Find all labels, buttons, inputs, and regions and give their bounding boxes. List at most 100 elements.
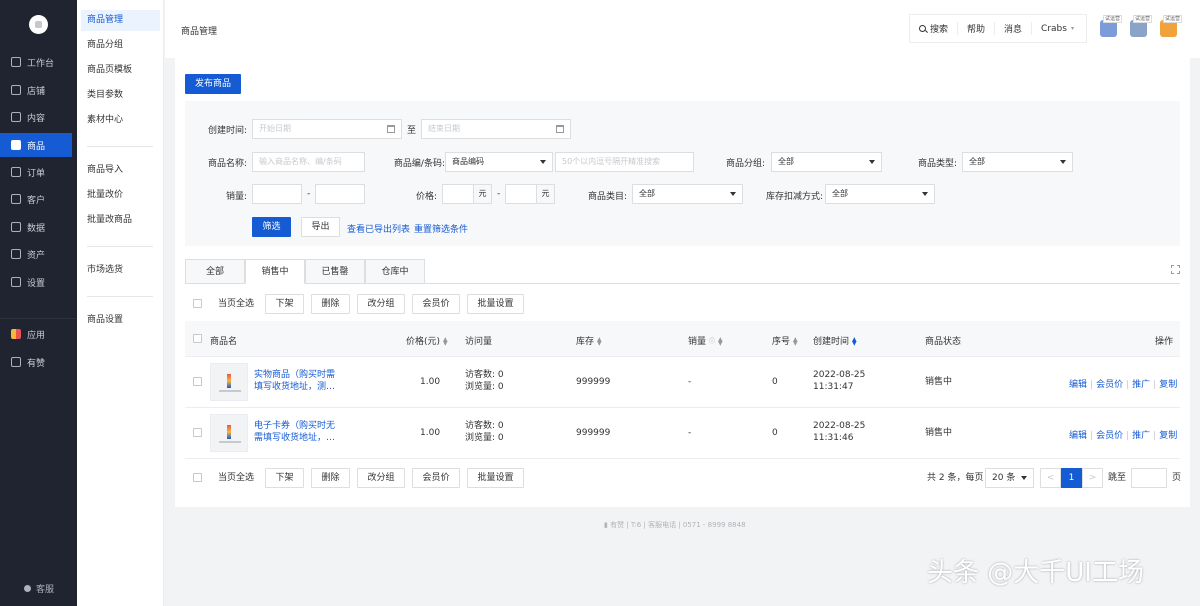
stock-deduction-select[interactable]: 全部 <box>825 184 935 204</box>
row-checkbox[interactable] <box>193 377 202 386</box>
app-shortcut-icon[interactable]: 试运营 <box>1160 15 1182 37</box>
member-price-button[interactable]: 会员价 <box>412 294 460 314</box>
sidebar-item-workbench[interactable]: 工作台 <box>0 50 72 74</box>
goods-seq: 0 <box>772 377 778 387</box>
select-all-checkbox[interactable] <box>193 299 202 308</box>
select-all-label: 当页全选 <box>218 473 255 483</box>
sidebar-item-goods[interactable]: 商品 <box>0 133 72 157</box>
submenu-item-material-center[interactable]: 素材中心 <box>81 110 160 131</box>
header-checkbox[interactable] <box>193 334 202 343</box>
col-seq[interactable]: 序号 ▲ ▼ <box>772 334 798 347</box>
tab-all[interactable]: 全部 <box>185 259 245 284</box>
start-date-input[interactable]: 开始日期 <box>252 119 402 139</box>
goods-code-input[interactable]: 50个以内逗号隔开精准搜索 <box>555 152 694 172</box>
filter-button[interactable]: 筛选 <box>252 217 291 237</box>
order-icon <box>11 167 21 177</box>
sidebar-item-content[interactable]: 内容 <box>0 105 72 129</box>
submenu-item-goods-settings[interactable]: 商品设置 <box>81 310 160 331</box>
sidebar-item-store[interactable]: 店铺 <box>0 78 72 102</box>
jump-page-input[interactable] <box>1131 468 1167 488</box>
store-logo-icon[interactable] <box>29 15 48 34</box>
goods-seq: 0 <box>772 428 778 438</box>
export-button[interactable]: 导出 <box>301 217 340 237</box>
search-button[interactable]: 搜索 <box>910 22 959 35</box>
col-price[interactable]: 价格(元) ▲ ▼ <box>406 334 448 347</box>
goods-category-select[interactable]: 全部 <box>632 184 743 204</box>
goods-name-link[interactable]: 电子卡券（购买时无需填写收货地址，… <box>254 420 342 444</box>
price-max-input[interactable]: 元 <box>505 184 555 204</box>
promote-link[interactable]: 推广 <box>1132 431 1150 441</box>
batch-settings-button[interactable]: 批量设置 <box>467 294 524 314</box>
sidebar-item-orders[interactable]: 订单 <box>0 160 72 184</box>
tab-in-warehouse[interactable]: 仓库中 <box>365 259 425 284</box>
goods-thumbnail[interactable] <box>210 363 248 401</box>
code-type-select[interactable]: 商品编码 <box>445 152 553 172</box>
submenu-item-page-templates[interactable]: 商品页模板 <box>81 60 160 81</box>
goods-group-select[interactable]: 全部 <box>771 152 882 172</box>
publish-goods-button[interactable]: 发布商品 <box>185 74 241 94</box>
member-price-link[interactable]: 会员价 <box>1096 380 1123 390</box>
select-all-checkbox[interactable] <box>193 473 202 482</box>
end-date-input[interactable]: 结束日期 <box>421 119 571 139</box>
tab-sold-out[interactable]: 已售罄 <box>305 259 365 284</box>
page-size-select[interactable]: 20 条 <box>985 468 1034 488</box>
sidebar-item-assets[interactable]: 资产 <box>0 242 72 266</box>
fullscreen-icon[interactable] <box>1171 265 1180 274</box>
user-menu[interactable]: Crabs ▾ <box>1032 22 1083 35</box>
sales-min-input[interactable] <box>252 184 302 204</box>
col-sales[interactable]: 销量 ⓘ ▲ ▼ <box>688 334 723 347</box>
member-price-button[interactable]: 会员价 <box>412 468 460 488</box>
goods-name-link[interactable]: 实物商品（购买时需填写收货地址，测… <box>254 369 342 393</box>
app-shortcut-icon[interactable]: 试运营 <box>1100 15 1122 37</box>
copy-link[interactable]: 复制 <box>1159 380 1177 390</box>
reset-filter-link[interactable]: 重置筛选条件 <box>414 222 468 235</box>
member-price-link[interactable]: 会员价 <box>1096 431 1123 441</box>
col-created[interactable]: 创建时间 ▲ ▼ <box>813 334 857 347</box>
messages-button[interactable]: 消息 <box>995 22 1033 35</box>
delete-button[interactable]: 删除 <box>311 294 350 314</box>
prev-page-button[interactable]: < <box>1040 468 1061 488</box>
app-shortcut-icon[interactable]: 试运营 <box>1130 15 1152 37</box>
goods-status: 销售中 <box>925 377 953 387</box>
submenu-item-goods-import[interactable]: 商品导入 <box>81 160 160 181</box>
row-checkbox[interactable] <box>193 428 202 437</box>
goods-type-select[interactable]: 全部 <box>962 152 1073 172</box>
sidebar-item-customers[interactable]: 客户 <box>0 187 72 211</box>
page-1-button[interactable]: 1 <box>1061 468 1082 488</box>
submenu-item-market-selection[interactable]: 市场选货 <box>81 260 160 281</box>
goods-stock: 999999 <box>576 428 611 438</box>
delist-button[interactable]: 下架 <box>265 294 304 314</box>
price-min-input[interactable]: 元 <box>442 184 492 204</box>
delete-button[interactable]: 删除 <box>311 468 350 488</box>
watermark: 头条 @大千UI工场 <box>927 558 1144 588</box>
sidebar-item-data[interactable]: 数据 <box>0 215 72 239</box>
batch-settings-button[interactable]: 批量设置 <box>467 468 524 488</box>
submenu-item-batch-price[interactable]: 批量改价 <box>81 185 160 206</box>
submenu-item-batch-edit[interactable]: 批量改商品 <box>81 210 160 231</box>
promote-link[interactable]: 推广 <box>1132 380 1150 390</box>
row-divider <box>185 407 1180 408</box>
sidebar-item-youzan[interactable]: 有赞 <box>0 350 72 374</box>
customer-service-button[interactable]: 客服 <box>24 582 54 595</box>
view-exports-link[interactable]: 查看已导出列表 <box>347 222 410 235</box>
sidebar-item-apps[interactable]: 应用 <box>0 322 72 346</box>
sales-max-input[interactable] <box>315 184 365 204</box>
change-group-button[interactable]: 改分组 <box>357 294 405 314</box>
change-group-button[interactable]: 改分组 <box>357 468 405 488</box>
submenu-item-goods-groups[interactable]: 商品分组 <box>81 35 160 56</box>
delist-button[interactable]: 下架 <box>265 468 304 488</box>
edit-link[interactable]: 编辑 <box>1069 380 1087 390</box>
submenu-item-category-params[interactable]: 类目参数 <box>81 85 160 106</box>
submenu-item-goods-management[interactable]: 商品管理 <box>81 10 160 31</box>
edit-link[interactable]: 编辑 <box>1069 431 1087 441</box>
copy-link[interactable]: 复制 <box>1159 431 1177 441</box>
row-operations: 编辑 | 会员价 | 推广 | 复制 <box>1069 380 1178 390</box>
top-header: 商品管理 搜索 帮助 消息 Crabs ▾ 试运营 试运营 试运营 <box>165 0 1200 58</box>
goods-thumbnail[interactable] <box>210 414 248 452</box>
help-button[interactable]: 帮助 <box>958 22 996 35</box>
next-page-button[interactable]: > <box>1082 468 1103 488</box>
sidebar-item-settings[interactable]: 设置 <box>0 270 72 294</box>
col-stock[interactable]: 库存 ▲ ▼ <box>576 334 602 347</box>
tab-on-sale[interactable]: 销售中 <box>245 259 305 284</box>
goods-name-input[interactable]: 输入商品名称、编/条码 <box>252 152 365 172</box>
